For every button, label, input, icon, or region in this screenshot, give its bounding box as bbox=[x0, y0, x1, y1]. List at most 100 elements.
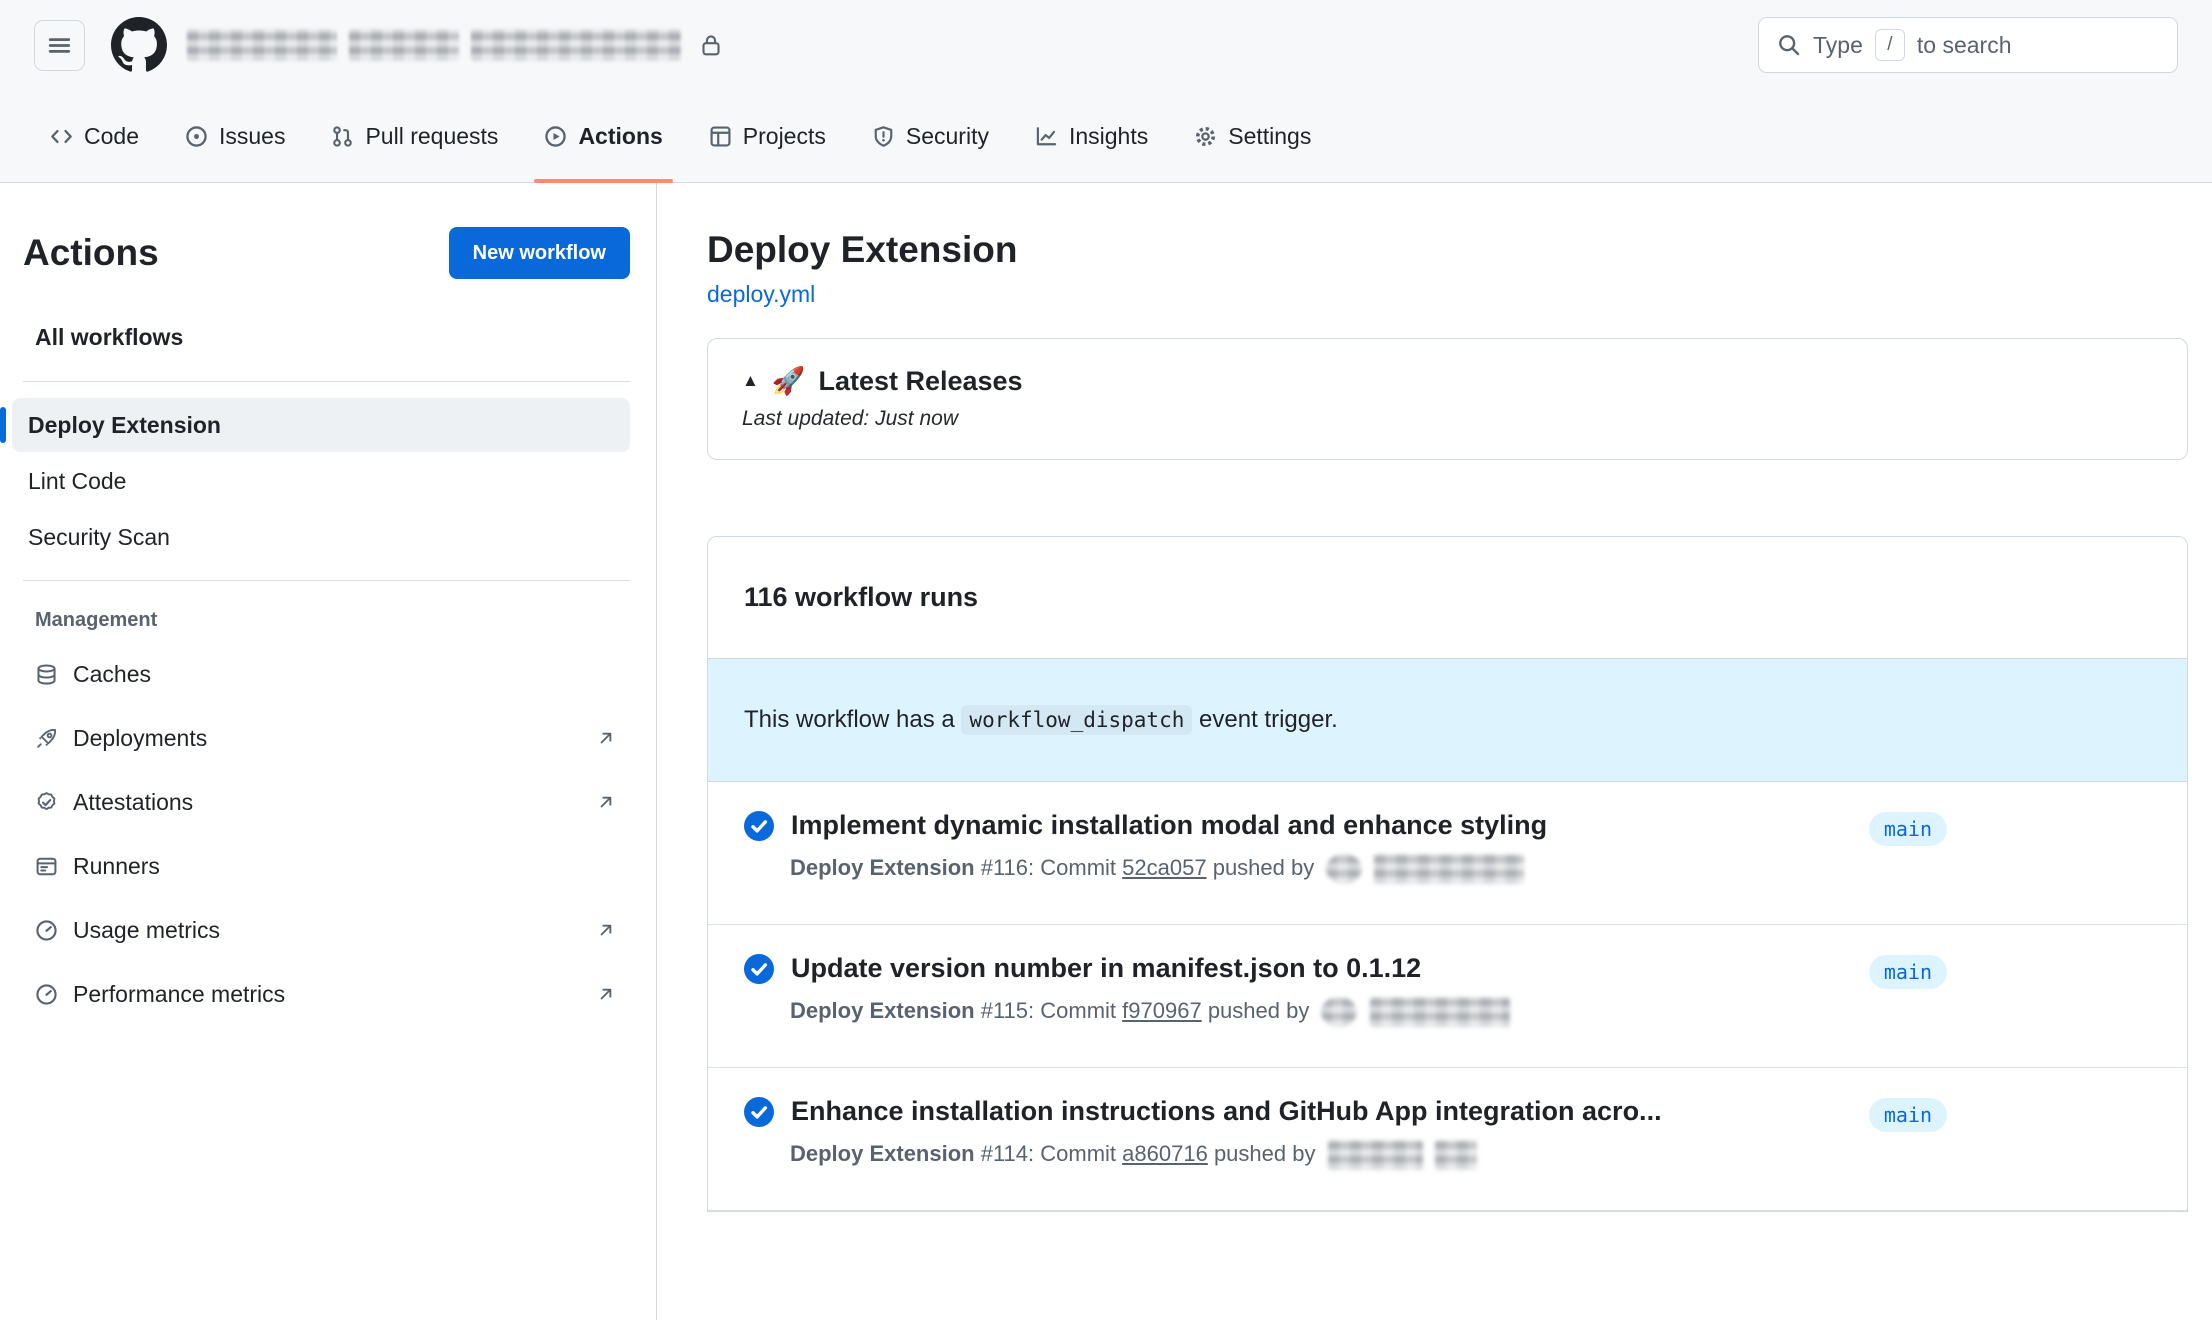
workflow-run-row: Update version number in manifest.json t… bbox=[708, 925, 2187, 1068]
github-logo[interactable] bbox=[111, 17, 167, 73]
redacted-avatar bbox=[1326, 854, 1362, 884]
workflow-file-link[interactable]: deploy.yml bbox=[707, 281, 815, 308]
branch-badge[interactable]: main bbox=[1869, 955, 1947, 989]
slash-key-hint: / bbox=[1875, 29, 1905, 61]
tab-insights-label: Insights bbox=[1069, 123, 1148, 150]
private-lock-icon bbox=[699, 33, 723, 57]
commit-link[interactable]: 52ca057 bbox=[1122, 855, 1206, 880]
projects-table-icon bbox=[709, 125, 732, 148]
pull-request-icon bbox=[331, 125, 354, 148]
sidebar-item-usage-metrics[interactable]: Usage metrics bbox=[23, 898, 630, 962]
tab-actions-label: Actions bbox=[578, 123, 662, 150]
main-content: Deploy Extension deploy.yml ▲ 🚀 Latest R… bbox=[657, 183, 2212, 1320]
search-placeholder-suffix: to search bbox=[1917, 32, 2012, 59]
management-item-label: Usage metrics bbox=[73, 917, 220, 944]
run-title-link[interactable]: Update version number in manifest.json t… bbox=[791, 953, 1421, 984]
success-check-icon bbox=[744, 811, 774, 841]
workflow-runs-count: 116 workflow runs bbox=[708, 537, 2187, 659]
collapse-triangle-icon[interactable]: ▲ bbox=[742, 371, 759, 391]
redacted-avatar bbox=[1321, 997, 1357, 1027]
header: Type / to search bbox=[0, 0, 2212, 90]
repo-nav-tabs: Code Issues Pull requests Actions P bbox=[0, 90, 2212, 183]
management-item-label: Attestations bbox=[73, 789, 193, 816]
github-mark-icon bbox=[111, 17, 167, 73]
shield-icon bbox=[872, 125, 895, 148]
sidebar-item-caches[interactable]: Caches bbox=[23, 642, 630, 706]
issue-icon bbox=[185, 125, 208, 148]
content-layout: Actions New workflow All workflows Deplo… bbox=[0, 183, 2212, 1320]
tab-projects[interactable]: Projects bbox=[693, 90, 842, 182]
new-workflow-button[interactable]: New workflow bbox=[449, 227, 630, 279]
management-item-label: Runners bbox=[73, 853, 160, 880]
banner-text-prefix: This workflow has a bbox=[744, 706, 955, 733]
workflow-run-row: Implement dynamic installation modal and… bbox=[708, 782, 2187, 925]
sidebar-item-performance-metrics[interactable]: Performance metrics bbox=[23, 962, 630, 1026]
sidebar-item-runners[interactable]: Runners bbox=[23, 834, 630, 898]
redacted-username bbox=[1328, 1140, 1423, 1170]
github-actions-page: Type / to search Code Issues Pull reques… bbox=[0, 0, 2212, 1320]
sidebar-divider bbox=[23, 381, 630, 382]
management-section-title: Management bbox=[23, 609, 630, 632]
management-item-label: Deployments bbox=[73, 725, 207, 752]
workflow-label: Deploy Extension bbox=[28, 412, 221, 439]
banner-code: workflow_dispatch bbox=[961, 705, 1192, 735]
success-check-icon bbox=[744, 954, 774, 984]
workflow-label: Lint Code bbox=[28, 468, 126, 495]
run-title-link[interactable]: Enhance installation instructions and Gi… bbox=[791, 1096, 1662, 1127]
latest-releases-header: ▲ 🚀 Latest Releases bbox=[742, 365, 2153, 397]
pushed-by-text: pushed by bbox=[1213, 855, 1315, 880]
tab-code[interactable]: Code bbox=[34, 90, 155, 182]
sidebar-item-attestations[interactable]: Attestations bbox=[23, 770, 630, 834]
commit-link[interactable]: f970967 bbox=[1122, 998, 1202, 1023]
sidebar-item-security-scan[interactable]: Security Scan bbox=[12, 510, 630, 564]
sidebar-item-deployments[interactable]: Deployments bbox=[23, 706, 630, 770]
search-icon bbox=[1777, 33, 1801, 57]
sidebar-header: Actions New workflow bbox=[23, 227, 630, 279]
search-input[interactable]: Type / to search bbox=[1758, 17, 2178, 73]
workflow-run-row: Enhance installation instructions and Gi… bbox=[708, 1068, 2187, 1211]
management-item-label: Caches bbox=[73, 661, 151, 688]
run-meta: Deploy Extension #114: Commit a860716 pu… bbox=[790, 1140, 2151, 1170]
arrow-up-right-icon bbox=[596, 728, 616, 748]
tab-actions[interactable]: Actions bbox=[528, 90, 678, 182]
tab-security[interactable]: Security bbox=[856, 90, 1005, 182]
tab-projects-label: Projects bbox=[743, 123, 826, 150]
run-workflow-name: Deploy Extension bbox=[790, 998, 975, 1023]
branch-badge[interactable]: main bbox=[1869, 812, 1947, 846]
meter-icon bbox=[35, 983, 58, 1006]
run-number: #116: Commit bbox=[981, 855, 1116, 880]
tab-pull-requests[interactable]: Pull requests bbox=[315, 90, 514, 182]
tab-issues[interactable]: Issues bbox=[169, 90, 301, 182]
page-title: Deploy Extension bbox=[707, 229, 2188, 271]
sidebar-item-lint-code[interactable]: Lint Code bbox=[12, 454, 630, 508]
arrow-up-right-icon bbox=[596, 792, 616, 812]
hamburger-menu-button[interactable] bbox=[34, 20, 85, 71]
pushed-by-text: pushed by bbox=[1208, 998, 1310, 1023]
runners-icon bbox=[35, 855, 58, 878]
run-number: #115: Commit bbox=[981, 998, 1116, 1023]
branch-badge[interactable]: main bbox=[1869, 1098, 1947, 1132]
sidebar-title: Actions bbox=[23, 232, 159, 274]
rocket-emoji: 🚀 bbox=[772, 365, 806, 397]
gear-icon bbox=[1194, 125, 1217, 148]
run-workflow-name: Deploy Extension bbox=[790, 1141, 975, 1166]
redacted-repo-name bbox=[471, 29, 681, 61]
banner-text-suffix: event trigger. bbox=[1199, 706, 1338, 733]
sidebar-item-deploy-extension[interactable]: Deploy Extension bbox=[12, 398, 630, 452]
success-check-icon bbox=[744, 1097, 774, 1127]
workflow-dispatch-banner: This workflow has a workflow_dispatch ev… bbox=[708, 659, 2187, 782]
run-workflow-name: Deploy Extension bbox=[790, 855, 975, 880]
commit-link[interactable]: a860716 bbox=[1122, 1141, 1208, 1166]
last-updated-text: Last updated: Just now bbox=[742, 407, 2153, 431]
hamburger-icon bbox=[46, 32, 73, 59]
workflow-runs-box: 116 workflow runs This workflow has a wo… bbox=[707, 536, 2188, 1212]
tab-insights[interactable]: Insights bbox=[1019, 90, 1164, 182]
arrow-up-right-icon bbox=[596, 984, 616, 1004]
redacted-username-suffix bbox=[1435, 1140, 1477, 1170]
tab-settings[interactable]: Settings bbox=[1178, 90, 1327, 182]
run-title-link[interactable]: Implement dynamic installation modal and… bbox=[791, 810, 1547, 841]
graph-icon bbox=[1035, 125, 1058, 148]
latest-releases-title: Latest Releases bbox=[818, 366, 1022, 397]
sidebar-item-all-workflows[interactable]: All workflows bbox=[23, 309, 630, 365]
workflow-label: Security Scan bbox=[28, 524, 170, 551]
